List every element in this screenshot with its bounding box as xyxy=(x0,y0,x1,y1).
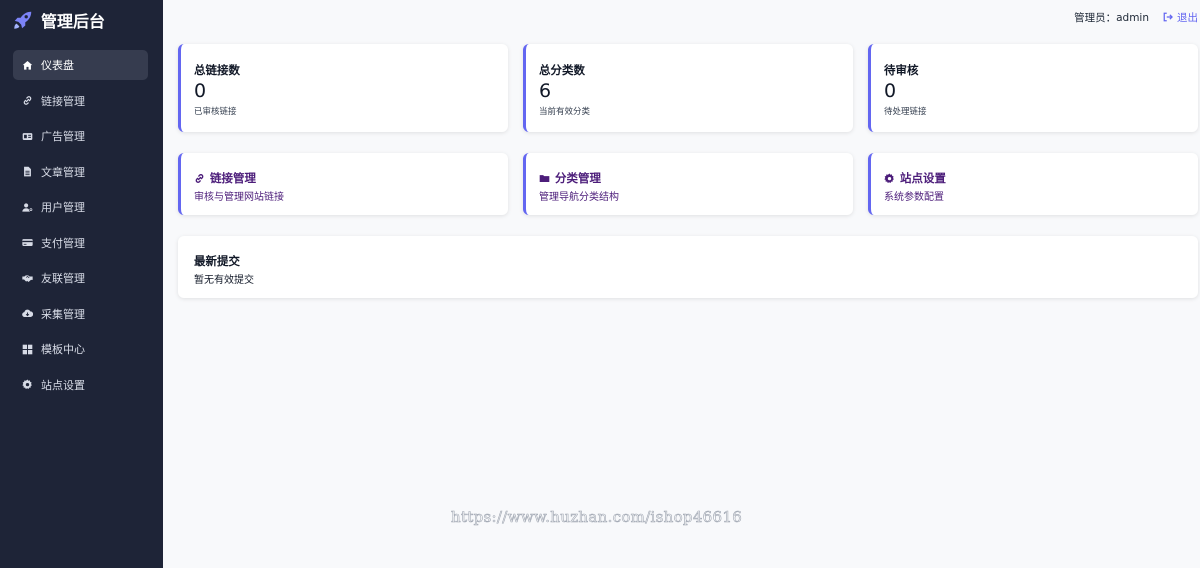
grid-icon xyxy=(21,343,33,355)
sidebar-item-users[interactable]: 用户管理 xyxy=(13,192,148,222)
credit-card-icon xyxy=(21,237,33,249)
stat-title: 待审核 xyxy=(884,63,919,77)
sidebar-item-label: 采集管理 xyxy=(41,307,85,321)
quick-link-title: 站点设置 xyxy=(900,171,946,185)
stat-card-pending: 待审核 0 待处理链接 xyxy=(868,44,1198,132)
sidebar-item-articles[interactable]: 文章管理 xyxy=(13,157,148,187)
sidebar-item-ads[interactable]: 广告管理 xyxy=(13,121,148,151)
user-cog-icon xyxy=(21,201,33,213)
stat-desc: 已审核链接 xyxy=(194,107,237,117)
sidebar-item-friend-links[interactable]: 友联管理 xyxy=(13,263,148,293)
sidebar-item-collect[interactable]: 采集管理 xyxy=(13,299,148,329)
recent-empty-text: 暂无有效提交 xyxy=(194,275,254,286)
home-icon xyxy=(21,59,33,71)
sidebar-item-label: 站点设置 xyxy=(41,378,85,392)
quick-link-categories[interactable]: 分类管理 管理导航分类结构 xyxy=(523,153,853,215)
folder-icon xyxy=(539,174,550,182)
ad-icon xyxy=(21,130,33,142)
stat-card-total-categories: 总分类数 6 当前有效分类 xyxy=(523,44,853,132)
sidebar-item-label: 链接管理 xyxy=(41,94,85,108)
admin-user-label: 管理员：admin xyxy=(1074,11,1149,24)
recent-title: 最新提交 xyxy=(194,254,240,268)
sidebar-item-dashboard[interactable]: 仪表盘 xyxy=(13,50,148,80)
sidebar: 管理后台 仪表盘 链接管理 广告管理 文章管理 用户管理 支付管理 友联管理 采… xyxy=(0,0,163,568)
sidebar-item-label: 支付管理 xyxy=(41,236,85,250)
watermark-text: https://www.huzhan.com/ishop46616 xyxy=(451,508,743,527)
stat-card-total-links: 总链接数 0 已审核链接 xyxy=(178,44,508,132)
recent-submissions-panel: 最新提交 暂无有效提交 xyxy=(178,236,1198,298)
link-icon xyxy=(21,95,33,107)
stat-desc: 待处理链接 xyxy=(884,107,927,117)
sidebar-item-links[interactable]: 链接管理 xyxy=(13,86,148,116)
quick-link-desc: 审核与管理网站链接 xyxy=(194,192,284,203)
logout-button[interactable]: 退出 xyxy=(1163,10,1198,25)
cloud-download-icon xyxy=(21,308,33,320)
quick-link-title: 链接管理 xyxy=(210,171,256,185)
quick-link-links[interactable]: 链接管理 审核与管理网站链接 xyxy=(178,153,508,215)
brand-title: 管理后台 xyxy=(41,12,106,31)
gear-icon xyxy=(884,173,894,183)
brand[interactable]: 管理后台 xyxy=(0,0,163,40)
handshake-icon xyxy=(21,272,33,284)
topbar: 管理员：admin 退出 xyxy=(163,0,1200,34)
stat-title: 总分类数 xyxy=(539,63,585,77)
stat-desc: 当前有效分类 xyxy=(539,107,591,117)
stat-title: 总链接数 xyxy=(194,63,240,77)
rocket-icon xyxy=(14,11,32,29)
sidebar-nav: 仪表盘 链接管理 广告管理 文章管理 用户管理 支付管理 友联管理 采集管理 模… xyxy=(0,50,163,400)
sidebar-item-label: 模板中心 xyxy=(41,343,85,356)
stat-value: 6 xyxy=(539,80,552,102)
logout-label: 退出 xyxy=(1177,11,1198,24)
gear-icon xyxy=(21,379,33,391)
sidebar-item-templates[interactable]: 模板中心 xyxy=(13,334,148,364)
sign-out-icon xyxy=(1163,12,1173,22)
sidebar-item-label: 仪表盘 xyxy=(41,59,74,72)
sidebar-item-settings[interactable]: 站点设置 xyxy=(13,370,148,400)
link-icon xyxy=(195,173,204,183)
sidebar-item-payments[interactable]: 支付管理 xyxy=(13,228,148,258)
quick-link-settings[interactable]: 站点设置 系统参数配置 xyxy=(868,153,1198,215)
stat-value: 0 xyxy=(194,80,207,102)
quick-link-desc: 系统参数配置 xyxy=(884,192,944,203)
file-icon xyxy=(21,166,33,178)
stat-value: 0 xyxy=(884,80,897,102)
quick-link-desc: 管理导航分类结构 xyxy=(539,192,619,203)
sidebar-item-label: 广告管理 xyxy=(41,130,85,143)
sidebar-item-label: 文章管理 xyxy=(41,165,85,179)
sidebar-item-label: 友联管理 xyxy=(41,272,85,285)
sidebar-item-label: 用户管理 xyxy=(41,201,85,214)
quick-link-title: 分类管理 xyxy=(555,171,601,185)
